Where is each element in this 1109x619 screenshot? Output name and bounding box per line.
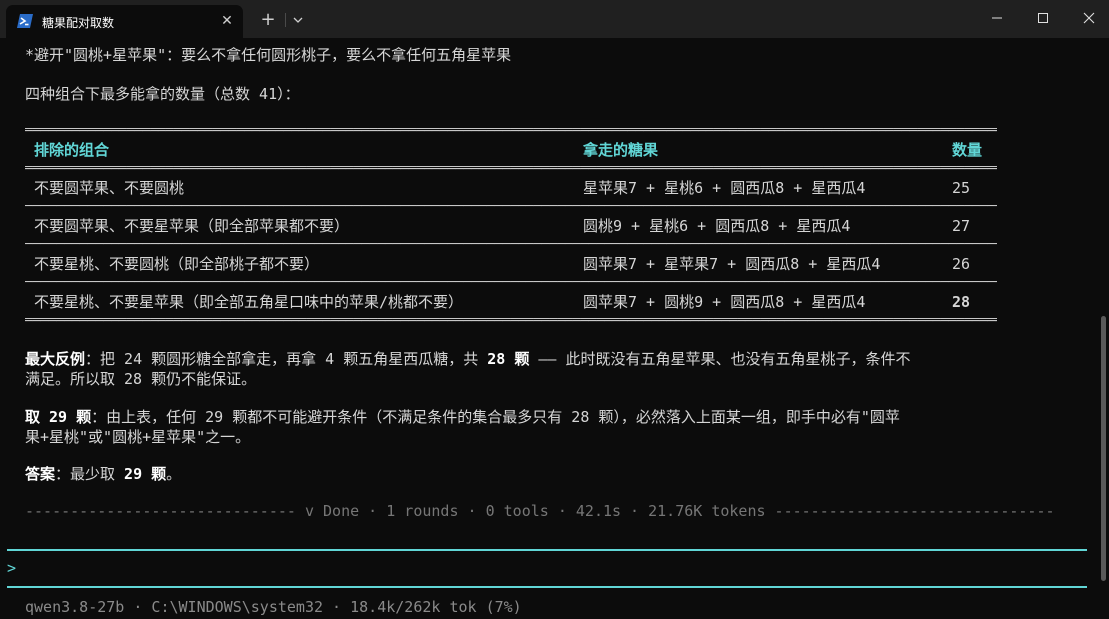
tab-divider [285, 13, 286, 27]
table-cell-count: 27 [952, 217, 971, 235]
label-counterexample: 最大反例 [25, 350, 86, 368]
chevron-down-icon[interactable] [290, 12, 306, 28]
table-cell-exclude: 不要圆苹果、不要圆桃 [34, 179, 185, 197]
new-tab-button[interactable]: + [258, 10, 278, 30]
tab-close-icon[interactable]: ✕ [219, 13, 235, 29]
table-cell-exclude: 不要星桃、不要星苹果（即全部五角星口味中的苹果/桃都不要） [34, 293, 464, 311]
tab-active[interactable]: 糖果配对取数 ✕ [6, 5, 243, 38]
title-bar: 糖果配对取数 ✕ + [0, 0, 1109, 38]
output-line: 满足。所以取 28 颗仍不能保证。 [25, 370, 257, 388]
minimize-icon [992, 17, 1002, 19]
table-cell-exclude: 不要圆苹果、不要星苹果（即全部苹果都不要） [34, 217, 350, 235]
table-rule-double: ════════════════════════════════════════… [25, 128, 997, 134]
terminal-window: 糖果配对取数 ✕ + *避开"圆桃+星苹果"：要么不拿任何圆形桃子，要么不拿任何… [0, 0, 1109, 619]
table-rule: ────────────────────────────────────────… [25, 204, 997, 210]
input-border-top [7, 549, 1087, 551]
paragraph-answer: 答案：最少取 29 颗。 [25, 464, 181, 484]
output-line: *避开"圆桃+星苹果"：要么不拿任何圆形桃子，要么不拿任何五角星苹果 [25, 46, 512, 64]
table-cell-taken: 星苹果7 + 星桃6 + 圆西瓜8 + 星西瓜4 [583, 179, 866, 197]
input-border-bottom [7, 586, 1087, 588]
table-rule-double: ════════════════════════════════════════… [25, 166, 997, 172]
terminal-output[interactable]: *避开"圆桃+星苹果"：要么不拿任何圆形桃子，要么不拿任何五角星苹果 四种组合下… [0, 38, 1109, 619]
table-cell-taken: 圆苹果7 + 圆桃9 + 圆西瓜8 + 星西瓜4 [583, 293, 866, 311]
table-rule: ────────────────────────────────────────… [25, 280, 997, 286]
table-cell-taken: 圆桃9 + 星桃6 + 圆西瓜8 + 星西瓜4 [583, 217, 851, 235]
table-cell-count: 28 [952, 293, 971, 311]
input-prompt[interactable]: > [7, 558, 16, 578]
table-cell-exclude: 不要星桃、不要圆桃（即全部桃子都不要） [34, 255, 320, 273]
table-cell-taken: 圆苹果7 + 星苹果7 + 圆西瓜8 + 星西瓜4 [583, 255, 881, 273]
label-answer: 答案 [25, 465, 56, 483]
text-segment: ：把 24 颗圆形糖全部拿走，再拿 4 颗五角星西瓜糖，共 [85, 350, 488, 368]
emphasis-29: 29 颗 [124, 465, 167, 483]
text-segment: 。 [166, 465, 182, 483]
scrollbar-thumb[interactable] [1101, 316, 1106, 581]
status-line: ------------------------------ v Done · … [25, 502, 1055, 520]
footer-status: qwen3.8-27b · C:\WINDOWS\system32 · 18.4… [25, 598, 522, 616]
output-line: 四种组合下最多能拿的数量（总数 41）： [25, 85, 300, 103]
maximize-icon [1038, 13, 1048, 23]
close-button[interactable] [1066, 0, 1109, 36]
tab-title: 糖果配对取数 [42, 16, 115, 30]
paragraph-take-29: 取 29 颗：由上表，任何 29 颗都不可能避开条件（不满足条件的集合最多只有 … [25, 407, 900, 427]
maximize-button[interactable] [1020, 0, 1066, 36]
table-header-taken: 拿走的糖果 [583, 141, 659, 159]
close-icon [1083, 12, 1095, 24]
table-header-exclude: 排除的组合 [34, 141, 110, 159]
paragraph-counterexample: 最大反例：把 24 颗圆形糖全部拿走，再拿 4 颗五角星西瓜糖，共 28 颗 —… [25, 349, 911, 369]
output-line: 果+星桃"或"圆桃+星苹果"之一。 [25, 428, 251, 446]
table-cell-count: 25 [952, 179, 971, 197]
table-cell-count: 26 [952, 255, 971, 273]
table-rule: ────────────────────────────────────────… [25, 242, 997, 248]
label-take-29: 取 29 颗 [25, 408, 92, 426]
table-rule-double: ════════════════════════════════════════… [25, 318, 997, 324]
text-segment: ：由上表，任何 29 颗都不可能避开条件（不满足条件的集合最多只有 28 颗），… [91, 408, 900, 426]
table-header-count: 数量 [952, 141, 983, 159]
text-segment: —— 此时既没有五角星苹果、也没有五角星桃子，条件不 [529, 350, 911, 368]
powershell-icon [17, 14, 33, 28]
minimize-button[interactable] [974, 0, 1020, 36]
emphasis-28: 28 颗 [487, 350, 530, 368]
text-segment: ：最少取 [55, 465, 125, 483]
